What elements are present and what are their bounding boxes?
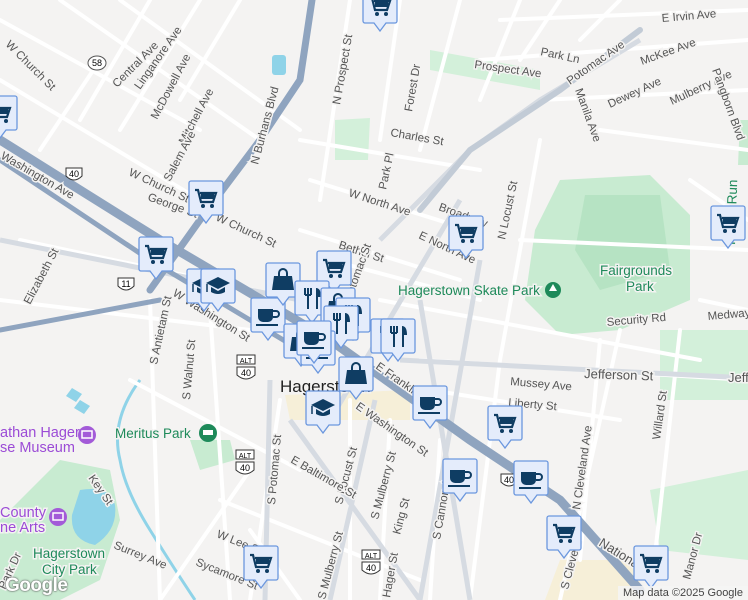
map-marker-cart[interactable] (362, 0, 398, 32)
skate-park-icon (545, 282, 561, 298)
svg-text:S Walnut St: S Walnut St (181, 338, 198, 400)
map-marker-school[interactable] (305, 390, 341, 434)
map-marker-cart[interactable] (487, 405, 523, 449)
svg-text:58: 58 (92, 58, 102, 68)
svg-text:se Museum: se Museum (0, 440, 75, 456)
svg-text:Jefferson St: Jefferson St (584, 366, 654, 383)
svg-text:King St: King St (391, 496, 412, 536)
svg-text:Meritus Park: Meritus Park (115, 426, 191, 441)
alt-40-shield: ALT 40 (236, 354, 256, 380)
svg-text:Medway: Medway (707, 307, 748, 323)
map-canvas[interactable]: 58 40 11 ALT40 ALT40 ALT40 40 W Church S… (0, 0, 748, 600)
svg-text:W North Ave: W North Ave (347, 187, 412, 218)
map-marker-cart[interactable] (138, 236, 174, 280)
svg-text:athan Hager: athan Hager (0, 425, 80, 441)
google-logo: Google (5, 575, 68, 596)
map-marker-cart[interactable] (243, 545, 279, 589)
svg-text:McKee Ave: McKee Ave (639, 37, 698, 68)
route-58-shield: 58 (87, 55, 107, 71)
alt-40-shield-3: ALT 40 (361, 549, 381, 575)
map-attribution[interactable]: Map data ©2025 Google (617, 586, 748, 600)
svg-text:County: County (0, 505, 47, 521)
arts-center-icon (49, 508, 67, 526)
map-marker-cart[interactable] (448, 215, 484, 259)
map-marker-school[interactable] (200, 268, 236, 312)
map-marker-cart[interactable] (633, 545, 669, 589)
svg-text:40: 40 (366, 563, 376, 573)
svg-text:Mussey Ave: Mussey Ave (510, 376, 573, 393)
svg-text:Park Pl: Park Pl (377, 152, 396, 191)
svg-text:40: 40 (240, 463, 250, 473)
svg-text:N Prospect St: N Prospect St (331, 33, 355, 106)
map-marker-fork[interactable] (380, 318, 416, 362)
svg-text:Park Ln: Park Ln (539, 46, 580, 66)
svg-text:N Locust St: N Locust St (496, 179, 520, 240)
svg-text:Hagerstown: Hagerstown (33, 546, 105, 561)
svg-text:Park: Park (626, 279, 654, 294)
map-marker-coffee[interactable] (513, 460, 549, 504)
map-marker-coffee[interactable] (296, 320, 332, 364)
map-marker-cart[interactable] (546, 515, 582, 559)
svg-text:ALT: ALT (239, 453, 252, 460)
svg-text:E Irvin Ave: E Irvin Ave (661, 8, 717, 25)
map-marker-cart[interactable] (188, 180, 224, 224)
svg-text:Charles St: Charles St (389, 127, 445, 148)
alt-40-shield-2: ALT 40 (235, 449, 255, 475)
svg-text:40: 40 (69, 169, 79, 179)
us-11-shield: 11 (117, 277, 135, 291)
map-marker-cart[interactable] (710, 205, 746, 249)
stadium-icon (199, 424, 217, 442)
svg-text:11: 11 (121, 279, 130, 289)
svg-text:Elizabeth St: Elizabeth St (22, 246, 62, 307)
svg-text:ALT: ALT (365, 553, 378, 560)
svg-text:40: 40 (241, 368, 251, 378)
svg-text:Hagerstown Skate Park: Hagerstown Skate Park (398, 283, 540, 298)
svg-text:ALT: ALT (240, 358, 253, 365)
svg-text:Fairgrounds: Fairgrounds (600, 263, 672, 278)
us-40-shield: 40 (65, 167, 83, 181)
map-marker-cart[interactable] (0, 95, 18, 139)
map-marker-coffee[interactable] (442, 458, 478, 502)
svg-text:Forest Dr: Forest Dr (403, 63, 423, 112)
map-marker-bag[interactable] (338, 356, 374, 400)
svg-text:ne Arts: ne Arts (0, 520, 45, 536)
svg-text:Jeff: Jeff (728, 370, 748, 385)
map-marker-coffee[interactable] (412, 385, 448, 429)
museum-icon (78, 426, 96, 444)
